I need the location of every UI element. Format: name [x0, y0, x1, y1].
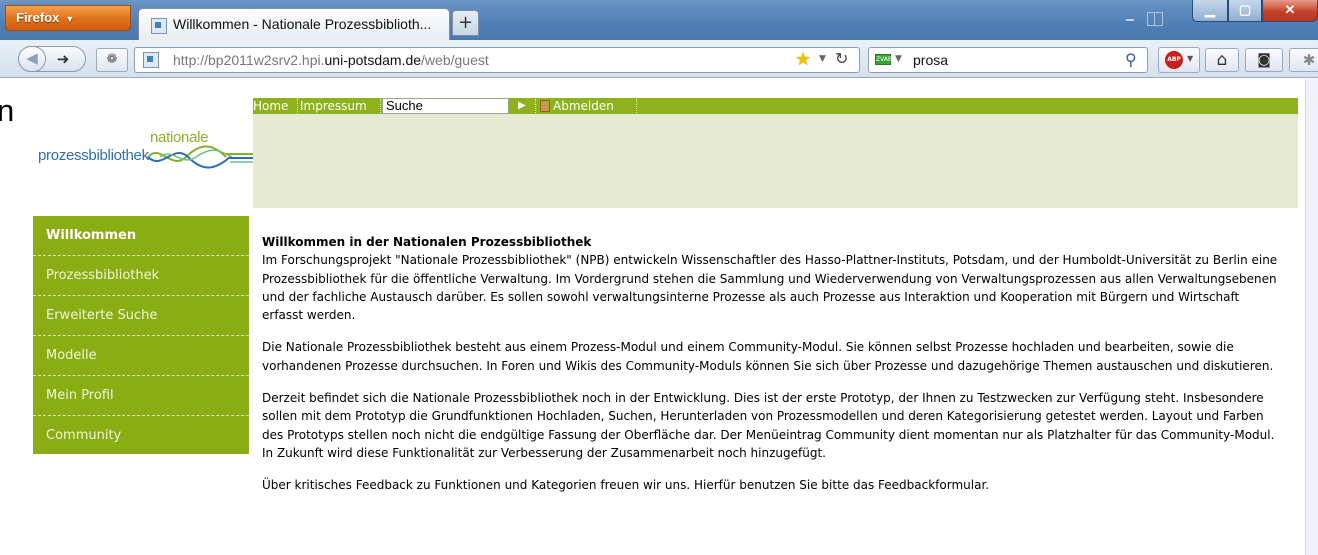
- reload-icon[interactable]: ↻: [835, 49, 848, 68]
- back-button[interactable]: ◀: [18, 46, 46, 72]
- search-icon[interactable]: ⚲: [1125, 50, 1137, 69]
- tab-groups-dash-icon: [1126, 19, 1134, 21]
- site-identity-button[interactable]: ❁: [96, 48, 128, 72]
- page-scrollbar[interactable]: [1305, 79, 1318, 555]
- window-close-button[interactable]: ✕: [1262, 0, 1318, 22]
- search-input[interactable]: prosa: [913, 52, 948, 68]
- globe-icon: ❁: [106, 52, 118, 67]
- window-maximize-button[interactable]: ▢: [1228, 0, 1262, 22]
- logo-waves-icon: [147, 145, 256, 169]
- search-bar[interactable]: ZVAB ▼ prosa ⚲: [868, 47, 1148, 73]
- back-arrow-icon: ◀: [26, 49, 38, 67]
- content-paragraph: Über kritisches Feedback zu Funktionen u…: [262, 478, 990, 493]
- nav-home-link[interactable]: Home: [253, 98, 288, 114]
- home-button[interactable]: ⌂: [1205, 48, 1239, 72]
- forward-button[interactable]: ➜: [51, 49, 75, 69]
- url-suffix: /web/guest: [421, 52, 489, 68]
- nav-separator: [535, 99, 536, 113]
- logo-line-2: prozessbibliothek: [38, 147, 149, 164]
- bookmarks-icon: ◙: [1257, 52, 1271, 68]
- sidebar-item-mein-profil[interactable]: Mein Profil: [33, 376, 249, 416]
- url-host: uni-potsdam.de: [324, 52, 422, 68]
- url-history-dropdown-icon[interactable]: ▼: [819, 54, 826, 64]
- url-bar[interactable]: http://bp2011w2srv2.hpi.uni-potsdam.de/w…: [134, 47, 860, 73]
- maximize-icon: ▢: [1238, 2, 1252, 17]
- bookmarks-button[interactable]: ◙: [1245, 48, 1283, 72]
- browser-tab[interactable]: Willkommen - Nationale Prozessbiblioth..…: [138, 8, 450, 40]
- page-title: Willkommen in der Nationalen Prozessbibl…: [262, 235, 592, 249]
- plus-icon: +: [457, 12, 474, 33]
- chevron-down-icon: ▼: [65, 14, 75, 24]
- search-engine-icon[interactable]: ZVAB: [875, 54, 892, 65]
- forward-arrow-icon: ➜: [56, 50, 70, 68]
- navigation-toolbar: ◀ ➜ ❁ http://bp2011w2srv2.hpi.uni-potsda…: [0, 40, 1318, 78]
- content-paragraph: Die Nationale Prozessbibliothek besteht …: [262, 340, 1274, 373]
- firefox-menu-label: Firefox: [16, 10, 60, 25]
- content-paragraph: Im Forschungsprojekt "Nationale Prozessb…: [262, 253, 1278, 323]
- logout-door-icon: [540, 100, 550, 112]
- cropped-heading-letter: n: [0, 93, 15, 128]
- sidebar-item-erweiterte-suche[interactable]: Erweiterte Suche: [33, 296, 249, 336]
- site-search-go-icon[interactable]: ▶: [518, 98, 526, 114]
- nav-impressum-link[interactable]: Impressum: [297, 98, 367, 114]
- main-content: Willkommen in der Nationalen Prozessbibl…: [262, 233, 1282, 509]
- firefox-menu-button[interactable]: Firefox ▼: [5, 5, 131, 31]
- page-favicon-icon: [151, 18, 167, 34]
- window-titlebar: Firefox ▼ Willkommen - Nationale Prozessb…: [0, 0, 1318, 40]
- nav-separator: [380, 99, 381, 113]
- puzzle-icon: ✱: [1302, 51, 1316, 69]
- tab-groups-icon[interactable]: [1147, 12, 1163, 26]
- site-search-input[interactable]: Suche: [382, 98, 509, 114]
- addon-button[interactable]: ✱: [1289, 48, 1318, 72]
- nav-logout-link[interactable]: Abmelden: [553, 98, 614, 114]
- url-text[interactable]: http://bp2011w2srv2.hpi.uni-potsdam.de/w…: [173, 52, 489, 68]
- new-tab-button[interactable]: +: [452, 10, 479, 36]
- back-forward-group: ◀ ➜: [18, 46, 86, 72]
- url-prefix: http://bp2011w2srv2.hpi.: [173, 52, 325, 68]
- sidebar-item-prozessbibliothek[interactable]: Prozessbibliothek: [33, 256, 249, 296]
- search-engine-dropdown-icon[interactable]: ▼: [895, 54, 902, 64]
- close-icon: ✕: [1284, 2, 1296, 17]
- web-page: n nationale prozessbibliothek Home Impre…: [0, 79, 1318, 555]
- site-favicon-icon: [143, 52, 159, 68]
- sidebar-item-modelle[interactable]: Modelle: [33, 336, 249, 376]
- window-minimize-button[interactable]: ▁: [1192, 0, 1228, 22]
- tab-title: Willkommen - Nationale Prozessbiblioth..…: [173, 16, 432, 32]
- minimize-icon: ▁: [1205, 2, 1215, 17]
- sidebar-menu: Willkommen Prozessbibliothek Erweiterte …: [33, 216, 249, 454]
- site-logo[interactable]: nationale prozessbibliothek: [38, 129, 258, 179]
- bookmark-star-icon[interactable]: ★: [795, 49, 811, 70]
- adblock-stop-icon: ABP: [1165, 51, 1183, 69]
- sidebar-item-willkommen[interactable]: Willkommen: [33, 216, 249, 256]
- adblock-plus-button[interactable]: ABP ▼: [1158, 47, 1200, 73]
- home-icon: ⌂: [1216, 50, 1228, 70]
- nav-separator: [636, 99, 637, 113]
- content-paragraph: Derzeit befindet sich die Nationale Proz…: [262, 391, 1275, 460]
- top-navigation: Home Impressum Suche ▶ Abmelden: [253, 98, 1298, 114]
- header-banner: [253, 114, 1298, 208]
- chevron-down-icon: ▼: [1187, 54, 1194, 63]
- sidebar-item-community[interactable]: Community: [33, 416, 249, 454]
